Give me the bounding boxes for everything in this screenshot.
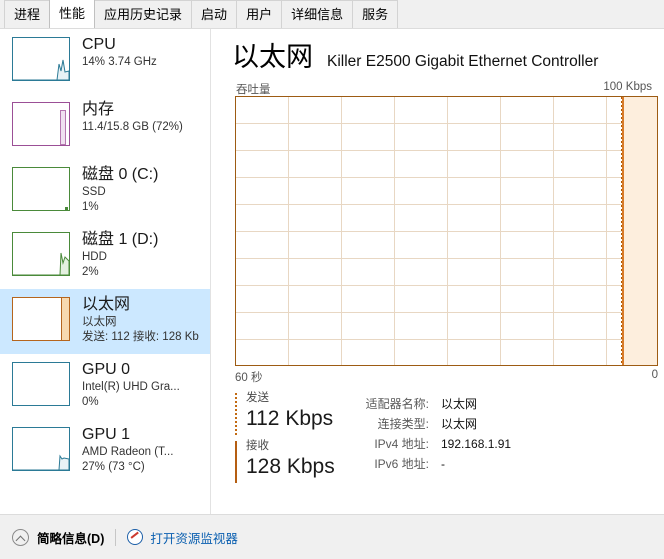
chart-x-axis: 60 秒 0: [235, 369, 658, 385]
sidebar-gpu1-stat: 27% (73 °C): [82, 461, 145, 473]
info-row-ipv4: IPv4 地址: 192.168.1.91: [353, 434, 511, 454]
sidebar-disk0-type: SSD: [82, 186, 106, 198]
info-row-ipv6: IPv6 地址: -: [353, 454, 511, 474]
throughput-chart[interactable]: [235, 96, 658, 366]
send-label: 发送: [246, 392, 269, 404]
chart-recv-line: [622, 97, 624, 365]
info-key: IPv6 地址:: [374, 457, 429, 471]
sidebar-gpu0-model: Intel(R) UHD Gra...: [82, 381, 180, 393]
sidebar-item-gpu0[interactable]: GPU 0 Intel(R) UHD Gra... 0%: [0, 354, 210, 419]
page-title: 以太网: [232, 42, 313, 72]
recv-legend-marker: [235, 441, 237, 483]
gpu0-mini-graph: [12, 362, 70, 406]
send-value: 112 Kbps: [246, 407, 334, 430]
adapter-model-label: Killer E2500 Gigabit Ethernet Controller: [327, 53, 599, 70]
sidebar-item-ethernet[interactable]: 以太网 以太网 发送: 112 接收: 128 Kb: [0, 289, 210, 354]
status-bar: 简略信息(D) 打开资源监视器: [0, 514, 664, 559]
info-row-adapter-name: 适配器名称: 以太网: [353, 394, 511, 414]
axis-label-right: 0: [651, 369, 658, 381]
recv-label: 接收: [246, 440, 269, 452]
disk0-mini-graph: [12, 167, 70, 211]
send-legend-marker: [235, 393, 237, 435]
chart-scale-max: 100 Kbps: [603, 81, 652, 93]
adapter-info-table: 适配器名称: 以太网 连接类型: 以太网 IPv4 地址: 192.168.1.…: [353, 391, 511, 487]
disk1-mini-graph: [12, 232, 70, 276]
chart-caption-left: 吞吐量: [236, 84, 271, 96]
info-key: IPv4 地址:: [374, 437, 429, 451]
info-row-connection-type: 连接类型: 以太网: [353, 414, 511, 434]
recv-stat: 接收 128 Kbps: [235, 439, 343, 483]
tab-services[interactable]: 服务: [352, 0, 399, 28]
tab-app-history[interactable]: 应用历史记录: [94, 0, 193, 28]
sidebar-memory-title: 内存: [82, 101, 115, 118]
resource-monitor-icon: [127, 529, 144, 545]
sidebar-disk0-title: 磁盘 0 (C:): [82, 166, 159, 183]
tab-processes[interactable]: 进程: [4, 0, 51, 28]
tab-bar: 进程 性能 应用历史记录 启动 用户 详细信息 服务: [0, 0, 664, 29]
ethernet-mini-graph: [12, 297, 70, 341]
detail-header: 以太网 Killer E2500 Gigabit Ethernet Contro…: [232, 41, 656, 73]
open-resource-monitor-link[interactable]: 打开资源监视器: [127, 528, 238, 547]
tab-performance[interactable]: 性能: [49, 0, 96, 28]
info-value: 以太网: [441, 397, 478, 411]
chevron-up-circle-icon: [12, 528, 29, 546]
gpu1-mini-graph: [12, 427, 70, 471]
recv-value: 128 Kbps: [246, 455, 335, 478]
send-stat: 发送 112 Kbps: [235, 391, 343, 435]
task-manager-window: 进程 性能 应用历史记录 启动 用户 详细信息 服务 CPU 14% 3.74 …: [0, 0, 664, 559]
tab-users[interactable]: 用户: [236, 0, 283, 28]
cpu-mini-graph: [12, 37, 70, 81]
sidebar-gpu0-title: GPU 0: [82, 361, 131, 378]
tab-startup[interactable]: 启动: [191, 0, 238, 28]
sidebar-item-gpu1[interactable]: GPU 1 AMD Radeon (T... 27% (73 °C): [0, 419, 210, 484]
throughput-legend: 发送 112 Kbps 接收 128 Kbps: [235, 391, 343, 487]
sidebar-item-memory[interactable]: 内存 11.4/15.8 GB (72%): [0, 94, 210, 159]
info-value: 以太网: [441, 417, 478, 431]
sidebar-ethernet-title: 以太网: [82, 296, 131, 313]
chart-send-line: [621, 97, 622, 365]
sidebar-disk1-type: HDD: [82, 251, 107, 263]
info-value: -: [441, 457, 445, 471]
stats-area: 发送 112 Kbps 接收 128 Kbps 适配器名称: 以太网 连接类型:…: [235, 391, 658, 487]
tab-details[interactable]: 详细信息: [281, 0, 354, 28]
sidebar-gpu1-model: AMD Radeon (T...: [82, 446, 174, 458]
detail-panel: 以太网 Killer E2500 Gigabit Ethernet Contro…: [212, 29, 664, 514]
sidebar-disk1-title: 磁盘 1 (D:): [82, 231, 159, 248]
sidebar-disk1-stat: 2%: [82, 266, 99, 278]
open-resource-monitor-label: 打开资源监视器: [150, 531, 238, 546]
sidebar-item-disk1[interactable]: 磁盘 1 (D:) HDD 2%: [0, 224, 210, 289]
chart-fill-area: [623, 97, 657, 365]
sidebar-ethernet-type: 以太网: [82, 316, 117, 328]
sidebar-memory-stat: 11.4/15.8 GB (72%): [82, 121, 183, 133]
sidebar-item-cpu[interactable]: CPU 14% 3.74 GHz: [0, 29, 210, 94]
chart-caption: 吞吐量 100 Kbps: [236, 81, 652, 97]
sidebar-gpu0-stat: 0%: [82, 396, 99, 408]
axis-label-left: 60 秒: [235, 372, 263, 384]
sidebar-gpu1-title: GPU 1: [82, 426, 131, 443]
fewer-details-label: 简略信息(D): [37, 531, 105, 546]
resource-sidebar[interactable]: CPU 14% 3.74 GHz 内存 11.4/15.8 GB (72%) 磁…: [0, 29, 211, 514]
info-key: 连接类型:: [377, 417, 429, 431]
sidebar-cpu-title: CPU: [82, 36, 116, 53]
sidebar-item-disk0[interactable]: 磁盘 0 (C:) SSD 1%: [0, 159, 210, 224]
divider: [115, 528, 117, 546]
sidebar-ethernet-stat: 发送: 112 接收: 128 Kb: [82, 331, 199, 343]
sidebar-disk0-stat: 1%: [82, 201, 99, 213]
info-value: 192.168.1.91: [441, 437, 512, 451]
info-key: 适配器名称:: [365, 397, 429, 411]
fewer-details-button[interactable]: 简略信息(D): [12, 528, 104, 547]
memory-mini-graph: [12, 102, 70, 146]
sidebar-cpu-stat: 14% 3.74 GHz: [82, 56, 157, 68]
